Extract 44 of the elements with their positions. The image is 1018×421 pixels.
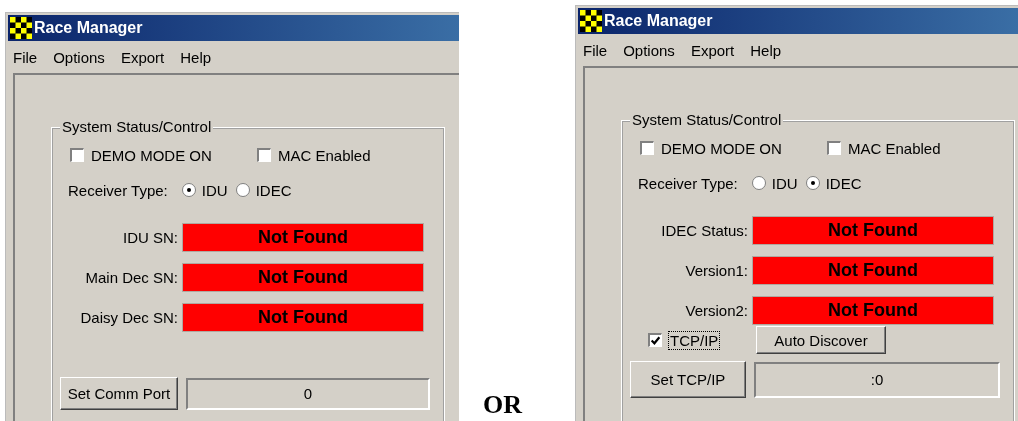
radio-option[interactable]: IDU <box>751 174 798 192</box>
status-value: Not Found <box>182 303 424 332</box>
auto-discover-button[interactable]: Auto Discover <box>756 326 886 354</box>
group-title: System Status/Control <box>630 111 784 128</box>
status-label: Version2: <box>684 302 749 319</box>
group-title: System Status/Control <box>60 118 214 135</box>
set-button[interactable]: Set TCP/IP <box>630 361 746 398</box>
or-text: OR <box>483 392 522 418</box>
checkbox-option[interactable]: DEMO MODE ON <box>70 146 257 164</box>
menu-item[interactable]: Options <box>53 48 105 66</box>
status-value: Not Found <box>752 296 994 325</box>
checkered-flag-icon <box>580 10 602 32</box>
menu-item[interactable]: Export <box>120 48 165 66</box>
menu-item[interactable]: Help <box>180 48 212 66</box>
set-button[interactable]: Set Comm Port <box>60 377 178 410</box>
status-label: Daisy Dec SN: <box>79 309 179 326</box>
menu-item[interactable]: Export <box>690 41 735 59</box>
status-label: IDU SN: <box>122 229 179 246</box>
window-title: Race Manager <box>604 12 713 30</box>
menu-item[interactable]: Help <box>750 41 782 59</box>
checkmark-icon <box>650 335 661 346</box>
receiver-type-label: Receiver Type: <box>638 174 738 192</box>
status-value: Not Found <box>752 216 994 245</box>
port-field: 0 <box>186 377 430 410</box>
checkbox-option[interactable]: MAC Enabled <box>827 139 941 157</box>
radio-option[interactable]: IDU <box>181 181 228 199</box>
status-label: Version1: <box>684 262 749 279</box>
port-field: :0 <box>754 361 1000 398</box>
status-label: IDEC Status: <box>660 222 749 239</box>
radio-option[interactable]: IDEC <box>235 181 292 199</box>
menu-item[interactable]: File <box>583 41 608 59</box>
status-label: Main Dec SN: <box>84 269 179 286</box>
receiver-type-label: Receiver Type: <box>68 181 168 199</box>
checkbox-option[interactable]: MAC Enabled <box>257 146 371 164</box>
menu-item[interactable]: File <box>13 48 38 66</box>
radio-option[interactable]: IDEC <box>805 174 862 192</box>
status-value: Not Found <box>752 256 994 285</box>
status-value: Not Found <box>182 223 424 252</box>
checkbox-option[interactable]: TCP/IP <box>648 331 756 349</box>
checkbox-option[interactable]: DEMO MODE ON <box>640 139 827 157</box>
window-title: Race Manager <box>34 19 143 37</box>
checkered-flag-icon <box>10 17 32 39</box>
menu-item[interactable]: Options <box>623 41 675 59</box>
status-value: Not Found <box>182 263 424 292</box>
